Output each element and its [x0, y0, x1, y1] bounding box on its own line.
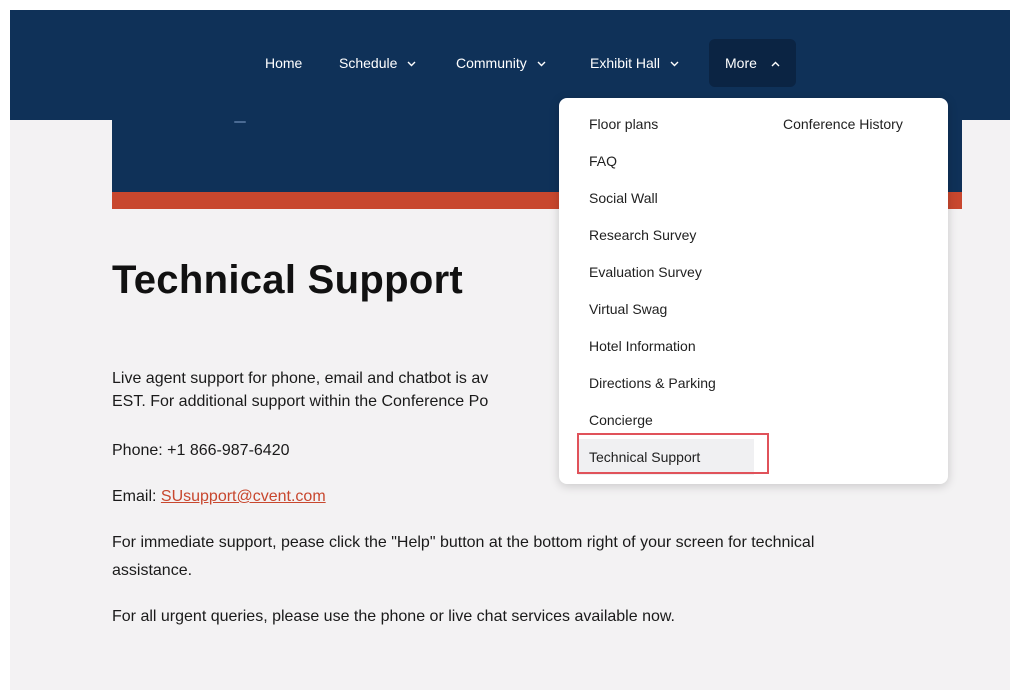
nav-community-label: Community	[456, 55, 527, 71]
chevron-down-icon	[670, 61, 679, 67]
nav-more[interactable]: More	[709, 39, 796, 87]
email-line: Email: SUsupport@cvent.com	[112, 486, 326, 508]
menu-item-conference-history[interactable]: Conference History	[783, 115, 903, 133]
nav-exhibit-hall-label: Exhibit Hall	[590, 55, 661, 71]
intro-text-line-2: EST. For additional support within the C…	[112, 393, 489, 410]
nav-more-label: More	[725, 55, 757, 71]
email-label: Email:	[112, 488, 161, 505]
intro-text-line-1: Live agent support for phone, email and …	[112, 370, 489, 387]
chevron-up-icon	[771, 61, 780, 67]
hero-decoration	[234, 121, 246, 123]
highlight-annotation-box	[577, 433, 769, 474]
menu-item-social-wall[interactable]: Social Wall	[589, 189, 658, 207]
immediate-support-line-1: For immediate support, pease click the "…	[112, 534, 815, 551]
nav-home[interactable]: Home	[265, 39, 302, 87]
phone-text: Phone: +1 866-987-6420	[112, 442, 290, 459]
email-link[interactable]: SUsupport@cvent.com	[161, 488, 326, 505]
chevron-down-icon	[537, 61, 546, 67]
menu-item-research-survey[interactable]: Research Survey	[589, 226, 696, 244]
menu-item-floor-plans[interactable]: Floor plans	[589, 115, 658, 133]
page-title: Technical Support	[112, 258, 464, 302]
nav-home-label: Home	[265, 55, 303, 71]
menu-item-hotel-information[interactable]: Hotel Information	[589, 337, 696, 355]
nav-schedule-label: Schedule	[339, 55, 398, 71]
menu-item-directions-parking[interactable]: Directions & Parking	[589, 374, 716, 392]
urgent-queries-text: For all urgent queries, please use the p…	[112, 608, 675, 625]
menu-item-faq[interactable]: FAQ	[589, 152, 617, 170]
nav-exhibit-hall[interactable]: Exhibit Hall	[590, 39, 679, 87]
nav-schedule[interactable]: Schedule	[339, 39, 416, 87]
menu-item-concierge[interactable]: Concierge	[589, 411, 653, 429]
immediate-support-line-2: assistance.	[112, 562, 193, 579]
chevron-down-icon	[407, 61, 416, 67]
menu-item-evaluation-survey[interactable]: Evaluation Survey	[589, 263, 702, 281]
nav-community[interactable]: Community	[456, 39, 546, 87]
menu-item-virtual-swag[interactable]: Virtual Swag	[589, 300, 667, 318]
